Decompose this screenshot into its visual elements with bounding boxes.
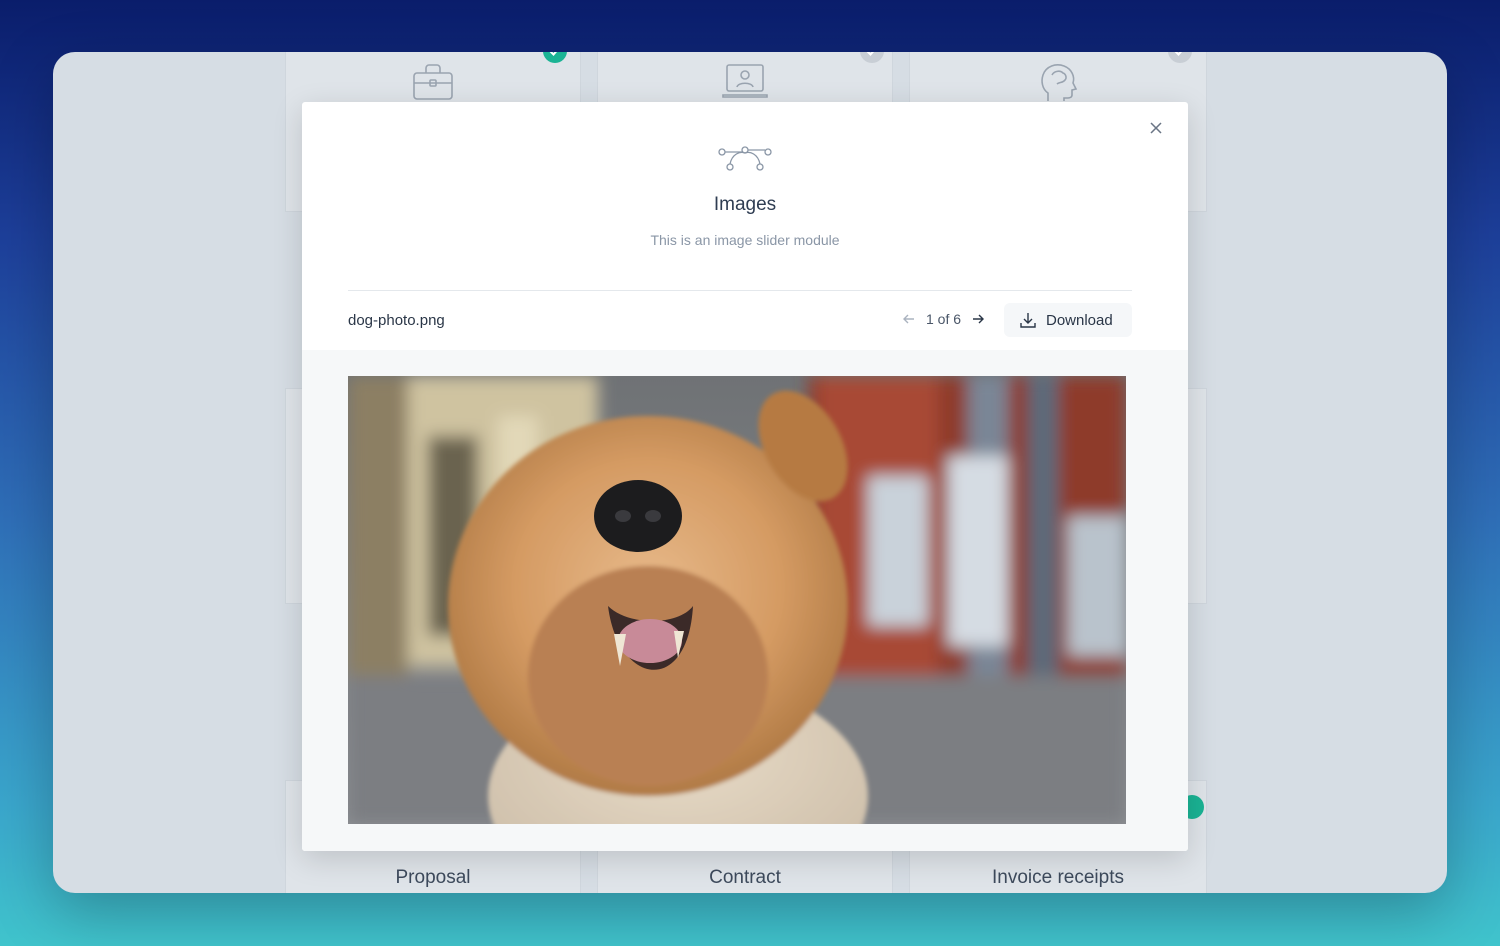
slider-image[interactable] [348, 376, 1126, 824]
vector-bezier-icon [718, 146, 772, 177]
pager-count: 1 of 6 [926, 311, 962, 327]
divider [348, 290, 1132, 291]
laptop-user-icon [721, 61, 769, 106]
dog-photo-illustration [348, 376, 1126, 824]
download-icon [1020, 313, 1036, 328]
previous-image-button[interactable] [902, 312, 916, 326]
app-window: Proposal Contract Invoice receipts Image… [53, 52, 1447, 893]
image-slider-modal: Images This is an image slider module do… [302, 102, 1188, 851]
status-check-badge [543, 52, 567, 63]
image-stage [302, 350, 1188, 851]
close-icon [1150, 122, 1162, 134]
download-label: Download [1046, 311, 1113, 329]
status-badge [860, 52, 884, 63]
next-image-button[interactable] [971, 312, 985, 326]
card-label-proposal: Proposal [395, 867, 471, 888]
modal-title: Images [713, 194, 777, 215]
arrow-left-icon [903, 314, 914, 324]
download-button[interactable]: Download [1004, 303, 1132, 337]
image-pager: 1 of 6 [902, 311, 985, 327]
card-label-invoice-receipts: Invoice receipts [991, 867, 1124, 888]
file-name: dog-photo.png [348, 312, 445, 329]
status-badge [1168, 52, 1192, 63]
briefcase-icon [412, 61, 454, 106]
modal-subtitle: This is an image slider module [650, 232, 840, 248]
arrow-right-icon [973, 314, 985, 324]
card-label-contract: Contract [709, 867, 781, 888]
close-button[interactable] [1146, 118, 1166, 138]
